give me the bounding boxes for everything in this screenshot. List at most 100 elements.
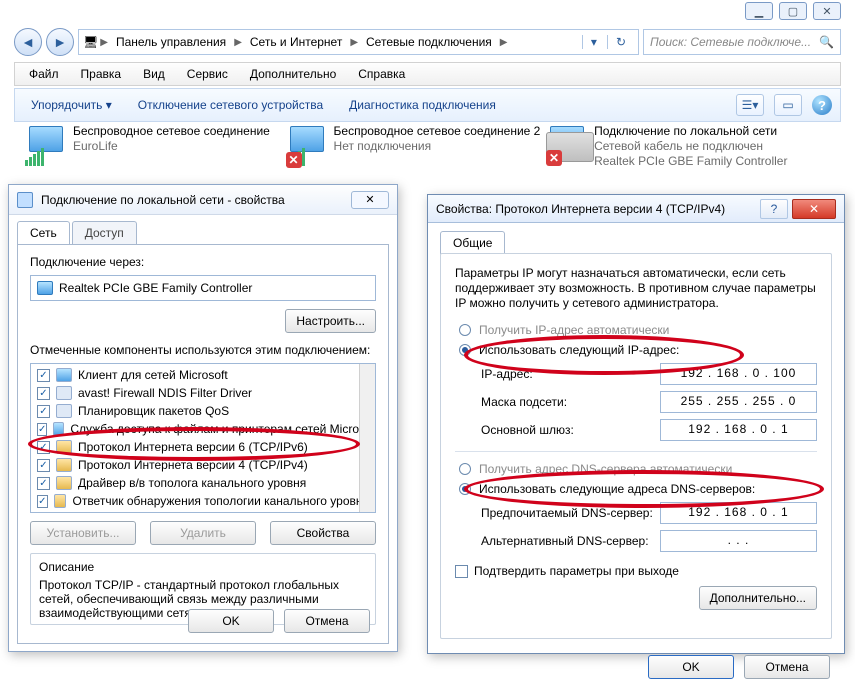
gateway-input[interactable]: 192 . 168 . 0 . 1 — [660, 419, 817, 441]
chevron-right-icon: ▶ — [100, 37, 108, 48]
dialog-titlebar[interactable]: Свойства: Протокол Интернета версии 4 (T… — [428, 195, 844, 223]
toolbar: Упорядочить ▾ Отключение сетевого устрой… — [14, 88, 841, 122]
menu-help[interactable]: Справка — [348, 65, 415, 83]
menu-view[interactable]: Вид — [133, 65, 175, 83]
preview-pane-button[interactable]: ▭ — [774, 94, 802, 116]
radio-manual-dns[interactable]: Использовать следующие адреса DNS-сервер… — [459, 482, 817, 496]
ip-input[interactable]: 192 . 168 . 0 . 100 — [660, 363, 817, 385]
radio-manual-ip[interactable]: Использовать следующий IP-адрес: — [459, 343, 817, 357]
components-list[interactable]: ✓ Клиент для сетей Microsoft ✓ avast! Fi… — [30, 363, 376, 513]
view-mode-button[interactable]: ☰▾ — [736, 94, 764, 116]
search-placeholder: Поиск: Сетевые подключе... — [650, 35, 811, 49]
confirm-checkbox[interactable] — [455, 565, 468, 578]
list-item[interactable]: ✓ Протокол Интернета версии 4 (TCP/IPv4) — [31, 456, 375, 474]
client-icon — [56, 368, 72, 382]
menu-tools[interactable]: Сервис — [177, 65, 238, 83]
crumb-network-connections[interactable]: Сетевые подключения — [360, 33, 498, 51]
diagnose-button[interactable]: Диагностика подключения — [341, 94, 504, 116]
nav-back-button[interactable]: ◄ — [14, 28, 42, 56]
checkbox-icon[interactable]: ✓ — [37, 495, 48, 508]
minimize-button[interactable]: ▁ — [745, 2, 773, 20]
menu-edit[interactable]: Правка — [71, 65, 132, 83]
checkbox-icon[interactable]: ✓ — [37, 441, 50, 454]
lan-properties-dialog: Подключение по локальной сети - свойства… — [8, 184, 398, 652]
search-input[interactable]: Поиск: Сетевые подключе... 🔍 — [643, 29, 841, 55]
advanced-button[interactable]: Дополнительно... — [699, 586, 817, 610]
list-item[interactable]: ✓ Служба доступа к файлам и принтерам се… — [31, 420, 375, 438]
chevron-right-icon: ▶ — [500, 37, 508, 48]
mask-label: Маска подсети: — [481, 395, 660, 409]
driver-icon — [56, 404, 72, 418]
connection-item-wifi1[interactable]: Беспроводное сетевое соединение EuroLife — [25, 124, 286, 182]
radio-label: Использовать следующие адреса DNS-сервер… — [479, 482, 755, 496]
ok-button[interactable]: OK — [648, 655, 734, 679]
ok-button[interactable]: OK — [188, 609, 274, 633]
organize-button[interactable]: Упорядочить ▾ — [23, 94, 120, 116]
checkbox-icon[interactable]: ✓ — [37, 369, 50, 382]
menu-extra[interactable]: Дополнительно — [240, 65, 346, 83]
dialog-title: Свойства: Протокол Интернета версии 4 (T… — [436, 202, 725, 216]
component-label: Протокол Интернета версии 6 (TCP/IPv6) — [78, 440, 308, 454]
connection-status: Нет подключения — [334, 139, 541, 154]
tab-general[interactable]: Общие — [440, 231, 505, 254]
remove-button[interactable]: Удалить — [150, 521, 256, 545]
adapter-name: Realtek PCIe GBE Family Controller — [59, 281, 252, 295]
dialog-titlebar[interactable]: Подключение по локальной сети - свойства… — [9, 185, 397, 215]
connect-via-label: Подключение через: — [30, 255, 376, 269]
radio-auto-dns[interactable]: Получить адрес DNS-сервера автоматически — [459, 462, 817, 476]
dns1-label: Предпочитаемый DNS-сервер: — [481, 506, 660, 520]
component-label: Ответчик обнаружения топологии канальног… — [72, 494, 369, 508]
radio-label: Получить адрес DNS-сервера автоматически — [479, 462, 732, 476]
dropdown-history-icon[interactable]: ▾ — [582, 35, 605, 49]
connection-name: Подключение по локальной сети — [594, 124, 787, 139]
connection-item-wifi2[interactable]: ✕ Беспроводное сетевое соединение 2 Нет … — [286, 124, 547, 182]
list-item[interactable]: ✓ Ответчик обнаружения топологии канальн… — [31, 492, 375, 510]
checkbox-icon[interactable]: ✓ — [37, 387, 50, 400]
list-item[interactable]: ✓ Клиент для сетей Microsoft — [31, 366, 375, 384]
help-icon[interactable]: ? — [760, 199, 788, 219]
menu-file[interactable]: Файл — [19, 65, 69, 83]
ipv4-properties-dialog: Свойства: Протокол Интернета версии 4 (T… — [427, 194, 845, 654]
component-label: Протокол Интернета версии 4 (TCP/IPv4) — [78, 458, 308, 472]
cancel-button[interactable]: Отмена — [284, 609, 370, 633]
gateway-label: Основной шлюз: — [481, 423, 660, 437]
properties-button[interactable]: Свойства — [270, 521, 376, 545]
close-icon[interactable]: ✕ — [351, 191, 389, 209]
breadcrumb[interactable]: 🖥 ▶ Панель управления ▶ Сеть и Интернет … — [78, 29, 639, 55]
checkbox-icon[interactable]: ✓ — [37, 459, 50, 472]
install-button[interactable]: Установить... — [30, 521, 136, 545]
crumb-network-internet[interactable]: Сеть и Интернет — [244, 33, 348, 51]
disable-device-button[interactable]: Отключение сетевого устройства — [130, 94, 331, 116]
crumb-control-panel[interactable]: Панель управления — [110, 33, 232, 51]
list-item[interactable]: ✓ Протокол Интернета версии 6 (TCP/IPv6) — [31, 438, 375, 456]
list-item[interactable]: ✓ Драйвер в/в тополога канального уровня — [31, 474, 375, 492]
maximize-button[interactable]: ▢ — [779, 2, 807, 20]
tab-network[interactable]: Сеть — [17, 221, 70, 244]
nav-forward-button[interactable]: ► — [46, 28, 74, 56]
refresh-icon[interactable]: ↻ — [607, 35, 634, 49]
list-item[interactable]: ✓ Планировщик пакетов QoS — [31, 402, 375, 420]
list-item[interactable]: ✓ avast! Firewall NDIS Filter Driver — [31, 384, 375, 402]
close-icon[interactable]: ✕ — [792, 199, 836, 219]
components-label: Отмеченные компоненты используются этим … — [30, 343, 376, 357]
scrollbar[interactable] — [359, 364, 375, 512]
search-icon: 🔍 — [819, 35, 834, 49]
component-label: avast! Firewall NDIS Filter Driver — [78, 386, 252, 400]
chevron-right-icon: ▶ — [234, 37, 242, 48]
radio-icon — [459, 483, 471, 495]
mask-input[interactable]: 255 . 255 . 255 . 0 — [660, 391, 817, 413]
configure-button[interactable]: Настроить... — [285, 309, 376, 333]
dns1-input[interactable]: 192 . 168 . 0 . 1 — [660, 502, 817, 524]
dns2-input[interactable]: . . . — [660, 530, 817, 552]
adapter-field: Realtek PCIe GBE Family Controller — [30, 275, 376, 301]
checkbox-icon[interactable]: ✓ — [37, 405, 50, 418]
wifi-icon: ✕ — [286, 124, 328, 166]
help-icon[interactable]: ? — [812, 95, 832, 115]
tab-access[interactable]: Доступ — [72, 221, 137, 244]
connection-item-lan[interactable]: ✕ Подключение по локальной сети Сетевой … — [546, 124, 841, 182]
close-button[interactable]: ✕ — [813, 2, 841, 20]
checkbox-icon[interactable]: ✓ — [37, 477, 50, 490]
cancel-button[interactable]: Отмена — [744, 655, 830, 679]
radio-auto-ip[interactable]: Получить IP-адрес автоматически — [459, 323, 817, 337]
checkbox-icon[interactable]: ✓ — [37, 423, 47, 436]
